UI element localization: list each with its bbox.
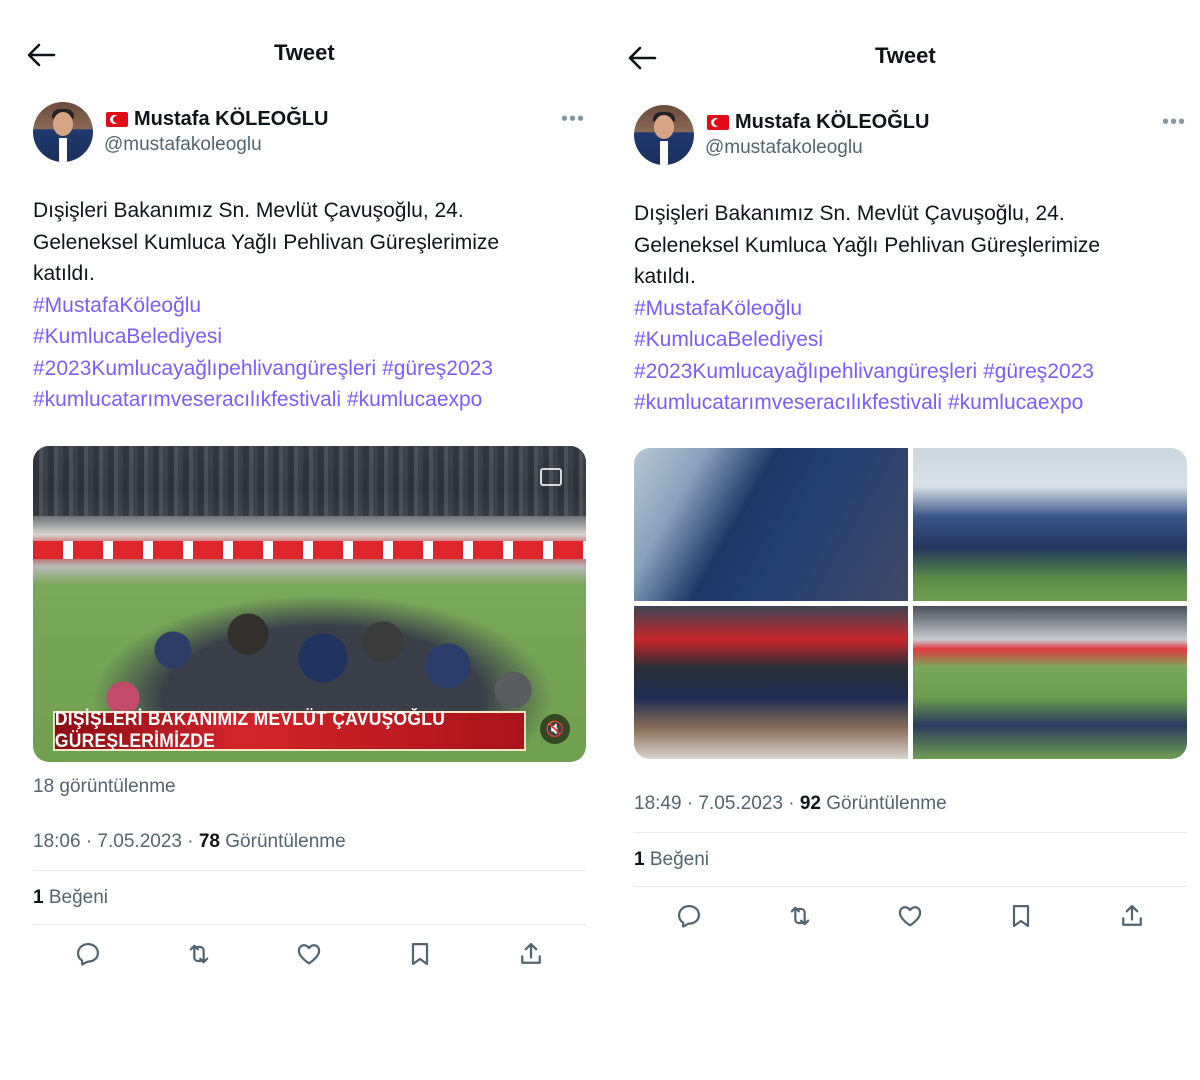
- author-name[interactable]: Mustafa KÖLEOĞLU: [106, 108, 328, 131]
- hashtag-link[interactable]: #KumlucaBelediyesi: [634, 328, 823, 351]
- divider: [33, 924, 586, 925]
- views-label: Görüntülenme: [826, 793, 947, 814]
- like-button[interactable]: [292, 937, 326, 971]
- reply-button[interactable]: [672, 899, 706, 933]
- timestamp-text: 18:49 · 7.05.2023 ·: [634, 793, 800, 814]
- tweet-line: katıldı.: [33, 262, 95, 285]
- retweet-icon: [790, 906, 810, 926]
- video-view-count: 18 görüntülenme: [33, 776, 176, 797]
- author-name-text: Mustafa KÖLEOĞLU: [134, 108, 329, 130]
- tweet-header: Tweet: [0, 30, 600, 80]
- photo-grid: [634, 448, 1187, 759]
- photo-arena-group[interactable]: [913, 606, 1187, 759]
- video-player[interactable]: DIŞİŞLERİ BAKANIMIZ MEVLÜT ÇAVUŞOĞLU GÜR…: [33, 446, 586, 762]
- hashtag-link[interactable]: #MustafaKöleoğlu: [634, 297, 802, 320]
- share-icon: [520, 942, 541, 964]
- hashtag-link[interactable]: #güreş2023: [983, 360, 1094, 383]
- share-button[interactable]: [514, 937, 548, 971]
- divider: [634, 886, 1187, 887]
- hashtag-link[interactable]: #KumlucaBelediyesi: [33, 325, 222, 348]
- tweet-timestamp: 18:06 · 7.05.2023 · 78 Görüntülenme: [33, 831, 346, 853]
- avatar[interactable]: [634, 105, 694, 165]
- views-count: 78: [198, 831, 220, 852]
- tweet-line: Dışişleri Bakanımız Sn. Mevlüt Çavuşoğlu…: [634, 202, 1065, 225]
- tweet-timestamp: 18:49 · 7.05.2023 · 92 Görüntülenme: [634, 793, 947, 815]
- bookmark-icon: [411, 942, 429, 966]
- more-options-icon[interactable]: •••: [1162, 111, 1186, 134]
- hashtag-link[interactable]: #kumlucaexpo: [347, 388, 482, 411]
- retweet-button[interactable]: [182, 937, 216, 971]
- likes-label: Beğeni: [649, 849, 710, 870]
- turkey-flag-icon: [106, 112, 128, 127]
- tweet-text: Dışişleri Bakanımız Sn. Mevlüt Çavuşoğlu…: [634, 198, 1174, 419]
- tweet-line: Dışişleri Bakanımız Sn. Mevlüt Çavuşoğlu…: [33, 199, 464, 222]
- arena-fence: [33, 541, 586, 559]
- tweet-text: Dışişleri Bakanımız Sn. Mevlüt Çavuşoğlu…: [33, 195, 573, 416]
- divider: [634, 832, 1187, 833]
- author-handle[interactable]: @mustafakoleoglu: [705, 137, 863, 159]
- hashtag-link[interactable]: #kumlucatarımveseracılıkfestivali: [33, 388, 341, 411]
- action-bar: [33, 937, 586, 971]
- more-options-icon[interactable]: •••: [561, 108, 585, 131]
- reply-icon: [77, 942, 100, 966]
- author-handle[interactable]: @mustafakoleoglu: [104, 134, 262, 156]
- share-button[interactable]: [1115, 899, 1149, 933]
- video-caption-banner: DIŞİŞLERİ BAKANIMIZ MEVLÜT ÇAVUŞOĞLU GÜR…: [53, 709, 526, 752]
- avatar[interactable]: [33, 102, 93, 162]
- hashtag-link[interactable]: #2023Kumlucayağlıpehlivangüreşleri: [33, 357, 376, 380]
- likes-label: Beğeni: [48, 887, 109, 908]
- views-label: Görüntülenme: [225, 831, 346, 852]
- back-arrow-icon[interactable]: [627, 45, 657, 71]
- heart-icon: [899, 906, 922, 927]
- hashtag-link[interactable]: #2023Kumlucayağlıpehlivangüreşleri: [634, 360, 977, 383]
- reply-icon: [678, 904, 701, 928]
- page-title: Tweet: [274, 40, 335, 65]
- retweet-icon: [189, 944, 209, 964]
- likes-summary[interactable]: 1 Beğeni: [33, 887, 108, 909]
- share-icon: [1121, 904, 1142, 926]
- hashtag-link[interactable]: #güreş2023: [382, 357, 493, 380]
- retweet-button[interactable]: [783, 899, 817, 933]
- likes-count: 1: [33, 887, 44, 908]
- tweet-panel-right: Tweet Mustafa KÖLEOĞLU @mustafakoleoglu …: [601, 0, 1200, 1080]
- hashtag-link[interactable]: #kumlucaexpo: [948, 391, 1083, 414]
- like-button[interactable]: [893, 899, 927, 933]
- likes-summary[interactable]: 1 Beğeni: [634, 849, 709, 871]
- author-name[interactable]: Mustafa KÖLEOĞLU: [707, 111, 929, 134]
- bookmark-icon: [1012, 904, 1030, 928]
- hashtag-link[interactable]: #MustafaKöleoğlu: [33, 294, 201, 317]
- tweet-line: katıldı.: [634, 265, 696, 288]
- photo-handshake[interactable]: [634, 448, 908, 601]
- page-title: Tweet: [875, 43, 936, 68]
- tweet-line: Geleneksel Kumluca Yağlı Pehlivan Güreşl…: [634, 233, 1101, 257]
- turkey-flag-icon: [707, 115, 729, 130]
- stadium-stands: [33, 446, 586, 516]
- bookmark-button[interactable]: [403, 937, 437, 971]
- author-name-text: Mustafa KÖLEOĞLU: [735, 111, 930, 133]
- tweet-header: Tweet: [601, 33, 1200, 83]
- reply-button[interactable]: [71, 937, 105, 971]
- tweet-line: Geleneksel Kumluca Yağlı Pehlivan Güreşl…: [33, 230, 500, 254]
- back-arrow-icon[interactable]: [26, 42, 56, 68]
- divider: [33, 870, 586, 871]
- action-bar: [634, 899, 1187, 933]
- mute-icon[interactable]: 🔇: [540, 714, 570, 744]
- tweet-panel-left: Tweet Mustafa KÖLEOĞLU @mustafakoleoglu …: [0, 0, 600, 1080]
- heart-icon: [298, 944, 321, 965]
- photo-spectator-stand[interactable]: [634, 606, 908, 759]
- captions-icon[interactable]: [540, 468, 562, 486]
- timestamp-text: 18:06 · 7.05.2023 ·: [33, 831, 199, 852]
- photo-walking-group[interactable]: [913, 448, 1187, 601]
- views-count: 92: [799, 793, 821, 814]
- bookmark-button[interactable]: [1004, 899, 1038, 933]
- likes-count: 1: [634, 849, 645, 870]
- hashtag-link[interactable]: #kumlucatarımveseracılıkfestivali: [634, 391, 942, 414]
